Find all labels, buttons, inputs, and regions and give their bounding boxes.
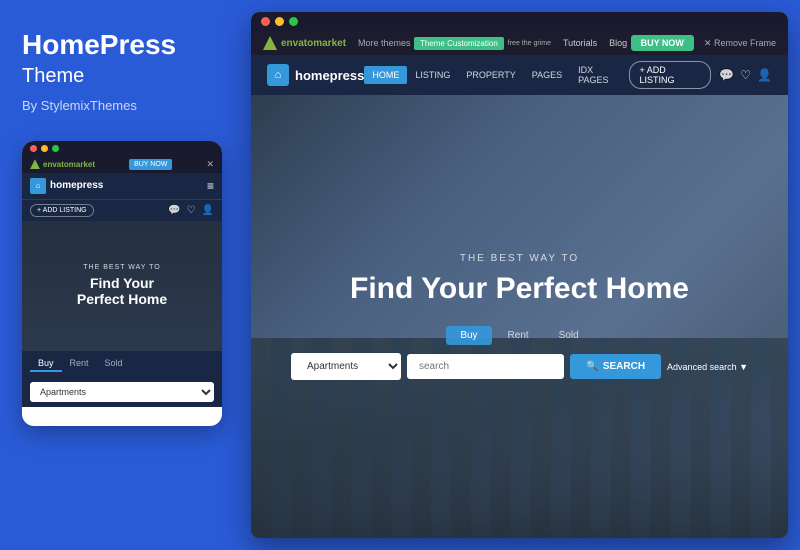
mobile-add-listing-btn[interactable]: + ADD LISTING: [30, 204, 94, 217]
nav-link-listing[interactable]: LISTING: [407, 66, 458, 84]
desktop-hero-content: THE BEST WAY TO Find Your Perfect Home: [350, 253, 689, 306]
desktop-user-icon[interactable]: 👤: [757, 68, 772, 82]
desktop-center-links: Theme Customization free the grime Tutor…: [414, 37, 627, 50]
desktop-mockup: envatomarket More themes Theme Customiza…: [251, 12, 788, 538]
desktop-nav: ⌂ homepress HOME LISTING PROPERTY PAGES …: [251, 55, 788, 95]
mobile-dot-green: [52, 145, 59, 152]
desktop-hero-sub: THE BEST WAY TO: [350, 253, 689, 264]
desktop-blog-link[interactable]: Blog: [609, 38, 627, 48]
theme-title: HomePress: [22, 30, 223, 61]
envato-leaf-icon: [263, 36, 277, 50]
mobile-buy-now-btn[interactable]: BUY NOW: [129, 159, 172, 170]
desktop-home-icon: ⌂: [267, 64, 289, 86]
desktop-heart-icon[interactable]: ♡: [740, 68, 751, 82]
desktop-hero: THE BEST WAY TO Find Your Perfect Home B…: [251, 95, 788, 538]
mobile-user-icon[interactable]: 👤: [202, 205, 214, 216]
theme-cust-badge[interactable]: Theme Customization: [414, 37, 504, 50]
mobile-dot-red: [30, 145, 37, 152]
nav-link-home[interactable]: HOME: [364, 66, 407, 84]
desktop-logo-text: homepress: [295, 68, 364, 83]
mobile-dot-yellow: [41, 145, 48, 152]
desktop-add-listing-label: + ADD LISTING: [640, 65, 701, 85]
desktop-right-links: BUY NOW ✕ Remove Frame: [631, 35, 776, 51]
mobile-search-bar: Apartments Houses Villas: [22, 377, 222, 407]
desktop-homepress-logo: ⌂ homepress: [267, 64, 364, 86]
theme-author: By StylemixThemes: [22, 98, 223, 113]
desktop-more-themes[interactable]: More themes: [358, 38, 411, 48]
mobile-mockup: envatomarket BUY NOW ✕ ⌂ homepress ≡ + A…: [22, 141, 222, 426]
desktop-search-bar: Apartments Houses Villas 🔍 SEARCH Advanc…: [291, 353, 748, 380]
mobile-hero: THE BEST WAY TO Find Your Perfect Home: [22, 221, 222, 351]
desktop-tutorials-link[interactable]: Tutorials: [563, 38, 597, 48]
desktop-envato-bar: envatomarket More themes Theme Customiza…: [251, 31, 788, 55]
desktop-nav-right: + ADD LISTING 💬 ♡ 👤: [629, 61, 772, 89]
mobile-tabs-bar: Buy Rent Sold: [22, 351, 222, 377]
left-panel: HomePress Theme By StylemixThemes envato…: [0, 0, 245, 550]
desktop-message-icon[interactable]: 💬: [719, 68, 734, 82]
mobile-logo-text: homepress: [50, 180, 103, 191]
mobile-envato-logo: envatomarket: [30, 159, 95, 169]
mobile-tab-buy[interactable]: Buy: [30, 356, 62, 372]
desktop-advanced-search[interactable]: Advanced search ▼: [667, 362, 748, 372]
mobile-add-listing-label: + ADD LISTING: [37, 207, 87, 214]
mobile-close-btn[interactable]: ✕: [206, 159, 214, 170]
mobile-window-bar: [22, 141, 222, 156]
nav-link-property[interactable]: PROPERTY: [458, 66, 523, 84]
mobile-hero-title: Find Your Perfect Home: [77, 275, 167, 309]
desktop-search-tabs: Buy Rent Sold: [446, 326, 592, 345]
search-tab-buy[interactable]: Buy: [446, 326, 491, 345]
desktop-add-listing-btn[interactable]: + ADD LISTING: [629, 61, 712, 89]
right-panel: envatomarket More themes Theme Customiza…: [245, 0, 800, 550]
desktop-nav-links: HOME LISTING PROPERTY PAGES IDX PAGES: [364, 61, 628, 89]
desktop-envato-logo: envatomarket More themes: [263, 36, 411, 50]
mobile-hamburger-icon[interactable]: ≡: [207, 179, 214, 193]
theme-cust-sub: free the grime: [508, 40, 551, 47]
desktop-theme-customization: Theme Customization free the grime: [414, 37, 551, 50]
desktop-remove-frame-btn[interactable]: ✕ Remove Frame: [704, 38, 776, 49]
desktop-window-bar: [251, 12, 788, 31]
desktop-search-section: Buy Rent Sold Apartments Houses Villas 🔍…: [251, 326, 788, 380]
search-tab-rent[interactable]: Rent: [494, 326, 543, 345]
mobile-tab-rent[interactable]: Rent: [62, 356, 97, 372]
mobile-nav-icons: 💬 ♡ 👤: [168, 205, 214, 216]
search-tab-sold[interactable]: Sold: [545, 326, 593, 345]
desktop-dot-yellow: [275, 17, 284, 26]
search-btn-label: SEARCH: [603, 361, 645, 372]
desktop-envato-text: envatomarket: [281, 38, 346, 49]
mobile-hero-sub: THE BEST WAY TO: [83, 264, 161, 271]
mobile-action-bar: + ADD LISTING 💬 ♡ 👤: [22, 199, 222, 221]
desktop-search-btn[interactable]: 🔍 SEARCH: [570, 354, 661, 379]
mobile-hero-line2: Perfect Home: [77, 291, 167, 307]
mobile-nav-bar: ⌂ homepress ≡: [22, 173, 222, 199]
nav-link-idx-pages[interactable]: IDX PAGES: [570, 61, 628, 89]
desktop-buy-now-btn[interactable]: BUY NOW: [631, 35, 694, 51]
mobile-homepress-logo: ⌂ homepress: [30, 178, 103, 194]
desktop-nav-icons: 💬 ♡ 👤: [719, 68, 772, 82]
mobile-heart-icon[interactable]: ♡: [187, 205, 196, 216]
desktop-property-select[interactable]: Apartments Houses Villas: [291, 353, 401, 380]
theme-subtitle: Theme: [22, 65, 223, 88]
mobile-envato-text: envatomarket: [43, 160, 95, 169]
nav-link-pages[interactable]: PAGES: [524, 66, 570, 84]
mobile-property-select[interactable]: Apartments Houses Villas: [30, 382, 214, 402]
desktop-dot-green: [289, 17, 298, 26]
mobile-hero-line1: Find Your: [90, 275, 154, 291]
mobile-envato-bar: envatomarket BUY NOW ✕: [22, 156, 222, 173]
mobile-home-icon: ⌂: [30, 178, 46, 194]
search-icon: 🔍: [586, 361, 598, 372]
mobile-tab-sold[interactable]: Sold: [97, 356, 131, 372]
mobile-chat-icon[interactable]: 💬: [168, 205, 180, 216]
desktop-search-input[interactable]: [407, 354, 564, 379]
desktop-hero-title: Find Your Perfect Home: [350, 272, 689, 306]
desktop-dot-red: [261, 17, 270, 26]
envato-leaf-icon: [30, 159, 40, 169]
